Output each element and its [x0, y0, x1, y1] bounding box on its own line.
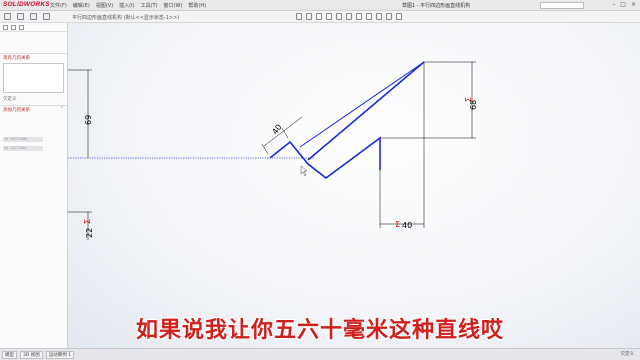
relations-list[interactable] [3, 63, 64, 93]
command-bar: 平行四边形画直线机构 (默认<<显示状态-1>>) [0, 11, 640, 23]
view-settings-icon[interactable] [386, 13, 392, 20]
title-bar: SOLIDWORKS 文件(F) 编辑(E) 视图(V) 插入(I) 工具(T)… [0, 0, 640, 11]
dim-40-bottom[interactable]: 40 [402, 221, 412, 230]
menu-window[interactable]: 窗口(W) [164, 2, 183, 9]
appearance-icon[interactable] [366, 13, 372, 20]
heads-up-view-toolbar [296, 13, 402, 20]
close-icon[interactable]: × [631, 1, 636, 8]
menu-view[interactable]: 视图(V) [96, 2, 113, 9]
menu-insert[interactable]: 插入(I) [119, 2, 134, 9]
minimize-icon[interactable]: – [612, 1, 615, 8]
menu-help[interactable]: 帮助(H) [188, 2, 206, 9]
scene-icon[interactable] [376, 13, 382, 20]
cursor-icon [300, 165, 308, 177]
property-manager: 现有几何关系 欠定义 添加几何关系 ⌃ 15.16971800 45.72773… [0, 23, 68, 348]
existing-relations-header[interactable]: 现有几何关系 [0, 53, 67, 61]
parameter-field-2[interactable]: 45.72773601 [3, 146, 43, 151]
sketch-line-long-diagonal[interactable] [307, 61, 425, 161]
menu-bar: 文件(F) 编辑(E) 视图(V) 插入(I) 工具(T) 窗口(W) 帮助(H… [50, 2, 206, 9]
bottom-tabs: 模型 3D 视图 运动算例 1 [2, 351, 75, 359]
zoom-fit-icon[interactable] [296, 13, 302, 20]
open-icon[interactable] [17, 13, 24, 20]
save-icon[interactable] [30, 13, 37, 20]
print-icon[interactable] [43, 13, 50, 20]
zoom-area-icon[interactable] [306, 13, 312, 20]
section-view-icon[interactable] [326, 13, 332, 20]
display-pane-icon[interactable] [396, 13, 402, 20]
dim-40-top[interactable]: 40 [270, 123, 283, 137]
parameter-field-1[interactable]: 15.16971800 [3, 137, 43, 142]
sketch-svg[interactable]: 40 69 Σ 68 Σ 40 Σ 22 [68, 23, 640, 348]
sigma-icon: Σ [83, 219, 92, 224]
menu-tools[interactable]: 工具(T) [141, 2, 158, 9]
hide-show-icon[interactable] [356, 13, 362, 20]
config-tab-icon[interactable] [19, 25, 24, 30]
view-orientation-icon[interactable] [336, 13, 342, 20]
menu-file[interactable]: 文件(F) [50, 2, 67, 9]
new-file-icon[interactable] [4, 13, 11, 20]
dim40-extension-2 [281, 127, 289, 139]
tab-motion-study[interactable]: 运动算例 1 [45, 351, 75, 359]
graphics-area[interactable]: 40 69 Σ 68 Σ 40 Σ 22 [68, 23, 640, 348]
search-input[interactable] [540, 2, 584, 9]
sigma-icon: Σ [395, 220, 400, 229]
sketch-line-upper-diagonal[interactable] [299, 61, 425, 148]
solidworks-logo: SOLIDWORKS [3, 1, 50, 8]
status-label: 欠定义 [3, 97, 17, 102]
window-controls: – □ × [612, 1, 636, 8]
property-tab-icon[interactable] [11, 25, 16, 30]
feature-tree-tab-icon[interactable] [3, 25, 8, 30]
manager-tabs [0, 23, 67, 32]
bottom-tab-bar: 模型 3D 视图 运动算例 1 欠定义 [0, 348, 640, 360]
dim-68[interactable]: 68 [469, 100, 478, 110]
display-style-icon[interactable] [346, 13, 352, 20]
menu-edit[interactable]: 编辑(E) [73, 2, 90, 9]
video-subtitle: 如果说我让你五六十毫米这种直线哎 [135, 318, 504, 343]
breadcrumb[interactable]: 平行四边形画直线机构 (默认<<显示状态-1>>) [72, 14, 179, 21]
status-text: 欠定义 [620, 352, 635, 357]
maximize-icon[interactable]: □ [620, 1, 626, 8]
tab-3d-views[interactable]: 3D 视图 [20, 351, 43, 359]
document-title: 草图1 - 平行四边形画直线机构 [402, 3, 471, 9]
collapse-icon[interactable]: ⌃ [60, 106, 64, 112]
add-relations-header[interactable]: 添加几何关系 [0, 105, 67, 113]
quick-access-toolbar [4, 13, 50, 20]
dim-22[interactable]: 22 [85, 228, 94, 238]
tab-model[interactable]: 模型 [2, 351, 17, 359]
dim-69[interactable]: 69 [84, 115, 93, 125]
previous-view-icon[interactable] [316, 13, 322, 20]
